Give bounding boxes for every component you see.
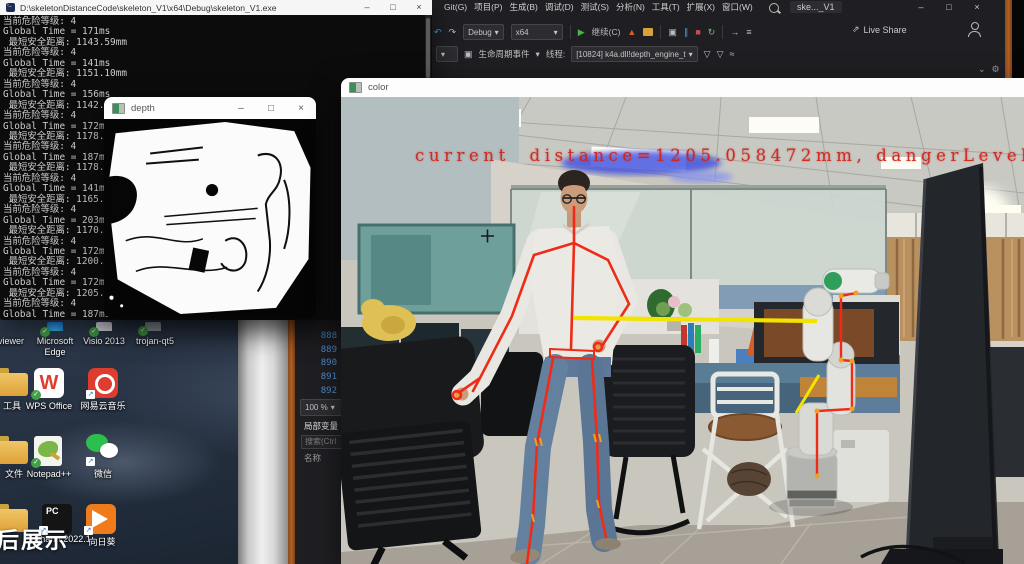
color-title-bar[interactable]: color (341, 78, 1024, 98)
screenshot-icon[interactable]: ▣ (668, 26, 677, 38)
vs-minimize-button[interactable]: – (910, 0, 932, 14)
config-dropdown[interactable]: Debug▾ (463, 24, 504, 40)
locals-name-column: 名称 (304, 452, 321, 464)
continue-button[interactable]: 继续(C) (592, 26, 621, 38)
wallpaper-text: 后展示 (0, 523, 69, 555)
vs-panel-corner-icons: ⌄ ⚙ (978, 64, 1000, 75)
filter-icon[interactable]: ▽ (704, 48, 711, 60)
console-title-bar[interactable]: D:\skeletonDistanceCode\skeleton_V1\x64\… (0, 0, 432, 15)
console-close-button[interactable]: × (406, 0, 432, 15)
thread-dropdown[interactable]: [10824] k4a.dll!depth_engine_t ▾ (571, 46, 697, 62)
desktop-icon-netease[interactable]: 网易云音乐 (70, 401, 136, 412)
vs-menu-item[interactable]: 生成(B) (509, 1, 537, 13)
search-icon[interactable] (769, 3, 779, 13)
depth-title-bar[interactable]: depth – □ × (104, 97, 316, 120)
vs-close-button[interactable]: × (966, 0, 988, 14)
depth-window-title: depth (131, 103, 226, 114)
vs-menu-item[interactable]: 调试(D) (545, 1, 574, 13)
wps-icon[interactable]: W (34, 368, 64, 398)
thread-label: 线程: (546, 48, 565, 60)
vs-menu-item[interactable]: 测试(S) (581, 1, 609, 13)
step-icon[interactable]: → (730, 26, 739, 38)
depth-window: depth – □ × (104, 97, 316, 318)
suspend-icon[interactable]: ≈ (729, 48, 734, 60)
color-window: color (341, 78, 1024, 564)
desktop-icon-wechat[interactable]: 微信 (70, 469, 136, 480)
vs-menu-item[interactable]: 工具(T) (652, 1, 680, 13)
console-maximize-button[interactable]: □ (380, 0, 406, 15)
vs-menu-bar: Git(G) 项目(P) 生成(B) 调试(D) 测试(S) 分析(N) 工具(T) 扩展(X… (444, 0, 753, 14)
folder-icon[interactable] (0, 436, 30, 466)
console-minimize-button[interactable]: – (354, 0, 380, 15)
live-share-group[interactable]: ⇗ Live Share (852, 24, 907, 35)
opencv-window-icon (112, 103, 125, 114)
depth-minimize-button[interactable]: – (226, 103, 256, 114)
gear-icon[interactable]: ⚙ (992, 64, 1000, 75)
desktop-icon-edge[interactable]: Microsoft Edge (30, 336, 80, 358)
editor-line-number: 891 (295, 371, 337, 385)
console-scrollbar-thumb[interactable] (426, 18, 430, 78)
vs-menu-item[interactable]: 分析(N) (616, 1, 645, 13)
opencv-window-icon (349, 82, 362, 93)
desktop-icon-sunflower[interactable]: 向日葵 (70, 537, 134, 548)
continue-icon[interactable]: ▶ (578, 26, 585, 38)
locals-panel-title[interactable]: 局部变量 (304, 420, 338, 432)
check-badge-icon (138, 326, 148, 336)
vs-window-title: ske..._V1 (790, 1, 842, 13)
depth-image-canvas (104, 119, 316, 318)
vs-maximize-button[interactable]: □ (938, 0, 960, 14)
sunflower-icon[interactable] (86, 504, 116, 534)
restart-icon[interactable]: ↻ (708, 26, 716, 38)
console-title: D:\skeletonDistanceCode\skeleton_V1\x64\… (20, 3, 354, 13)
min-distance-line (574, 318, 817, 321)
desktop-icon-visio[interactable]: Visio 2013 (79, 336, 129, 347)
vs-toolbar: ↶ ↷ Debug▾ x64▾ ▶ 继续(C) ▲ ▣ ∥ ■ ↻ → ≡ (434, 21, 752, 43)
editor-line-number: 890 (295, 357, 337, 371)
danger-overlay-text: current distance=1205.058472mm, dangerLe… (415, 146, 1024, 165)
redo-icon[interactable]: ↷ (449, 26, 457, 38)
share-icon: ⇗ (852, 24, 860, 35)
chevron-down-icon[interactable]: ⌄ (978, 64, 986, 75)
depth-close-button[interactable]: × (286, 103, 316, 114)
vs-menu-item[interactable]: 窗口(W) (722, 1, 753, 13)
cmd-icon (6, 3, 15, 12)
vs-menu-item[interactable]: 项目(P) (474, 1, 502, 13)
flag-filter-icon[interactable]: ▽ (717, 48, 724, 60)
more-commands-icon[interactable]: ≡ (746, 26, 751, 38)
pause-icon[interactable]: ∥ (684, 26, 689, 38)
editor-line-number: 888 (295, 330, 337, 344)
feedback-icon[interactable] (968, 22, 981, 37)
editor-line-number: 892 (295, 385, 337, 399)
desktop-icon-trojan[interactable]: trojan-qt5 (128, 336, 182, 347)
event-icon: ▣ (464, 48, 473, 60)
editor-line-numbers: 888889890891892 (295, 330, 337, 399)
folder-icon[interactable] (643, 28, 653, 36)
platform-dropdown[interactable]: x64▾ (511, 24, 563, 40)
color-scene (341, 97, 1024, 564)
color-window-title: color (368, 82, 1024, 93)
wechat-icon[interactable] (86, 434, 120, 466)
lifecycle-events-dropdown[interactable]: 生命周期事件 (479, 48, 530, 60)
editor-line-number: 889 (295, 344, 337, 358)
stop-icon[interactable]: ■ (695, 26, 700, 38)
notepad-plus-icon[interactable] (34, 436, 62, 466)
netease-music-icon[interactable] (88, 368, 118, 398)
depth-maximize-button[interactable]: □ (256, 103, 286, 114)
color-camera-view: current distance=1205.058472mm, dangerLe… (341, 97, 1024, 564)
hot-reload-icon[interactable]: ▲ (627, 26, 636, 38)
vs-debug-location-bar: ▾ ▣ 生命周期事件 ▾ 线程: [10824] k4a.dll!depth_e… (436, 46, 734, 62)
undo-icon[interactable]: ↶ (434, 26, 442, 38)
live-share-button[interactable]: Live Share (864, 25, 907, 35)
vs-menu-item[interactable]: Git(G) (444, 2, 467, 12)
depth-image (104, 119, 316, 318)
process-dropdown[interactable]: ▾ (436, 46, 458, 62)
vs-menu-item[interactable]: 扩展(X) (687, 1, 715, 13)
folder-icon[interactable] (0, 368, 30, 398)
